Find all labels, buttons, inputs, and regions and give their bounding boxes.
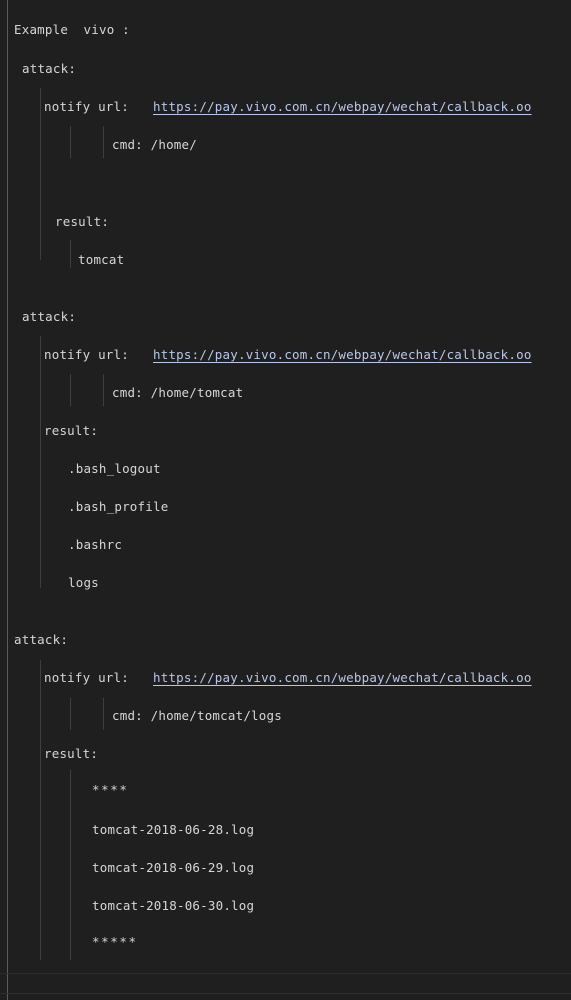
- notify-url-link[interactable]: https://pay.vivo.com.cn/webpay/wechat/ca…: [153, 668, 532, 688]
- file-entry-line: .bash_profile: [68, 499, 169, 514]
- section-divider: [0, 973, 571, 974]
- code-viewer[interactable]: Example vivo : attack: notify url: https://…: [0, 0, 571, 1000]
- indent-guide: [70, 698, 71, 730]
- notify-url-link[interactable]: https://pay.vivo.com.cn/webpay/wechat/ca…: [153, 97, 532, 117]
- yaml-key-line: notify url:: [44, 347, 129, 362]
- masked-entry-line: ****: [92, 782, 129, 797]
- file-entry-line: tomcat-2018-06-28.log: [92, 822, 255, 837]
- indent-guide: [40, 660, 41, 960]
- section-divider: [0, 993, 571, 994]
- yaml-key-line: attack:: [14, 632, 69, 647]
- yaml-key-line: attack:: [22, 309, 77, 324]
- file-entry-line: tomcat: [78, 252, 125, 267]
- notify-url-link[interactable]: https://pay.vivo.com.cn/webpay/wechat/ca…: [153, 345, 532, 365]
- yaml-key-line: result:: [55, 214, 110, 229]
- yaml-key-line: result:: [44, 746, 99, 761]
- yaml-key-line: result:: [44, 423, 99, 438]
- indent-guide: [103, 698, 104, 730]
- file-entry-line: logs: [68, 575, 99, 590]
- indent-guide: [70, 374, 71, 406]
- yaml-key-line: notify url:: [44, 670, 129, 685]
- yaml-key-line: attack:: [22, 61, 77, 76]
- file-entry-line: tomcat-2018-06-30.log: [92, 898, 255, 913]
- file-entry-line: tomcat-2018-06-29.log: [92, 860, 255, 875]
- command-line: cmd: /home/: [112, 137, 197, 152]
- text-line: Example vivo :: [14, 22, 130, 37]
- command-line: cmd: /home/tomcat: [112, 385, 244, 400]
- file-entry-line: .bashrc: [68, 537, 123, 552]
- indent-guide: [70, 126, 71, 158]
- indent-guide: [70, 770, 71, 960]
- command-line: cmd: /home/tomcat/logs: [112, 708, 282, 723]
- indent-guide: [40, 336, 41, 588]
- indent-guide: [7, 0, 8, 1000]
- indent-guide: [103, 374, 104, 406]
- indent-guide: [103, 126, 104, 158]
- indent-guide: [40, 88, 41, 260]
- file-entry-line: .bash_logout: [68, 461, 161, 476]
- masked-entry-line: *****: [92, 934, 138, 949]
- indent-guide: [70, 240, 71, 268]
- yaml-key-line: notify url:: [44, 99, 129, 114]
